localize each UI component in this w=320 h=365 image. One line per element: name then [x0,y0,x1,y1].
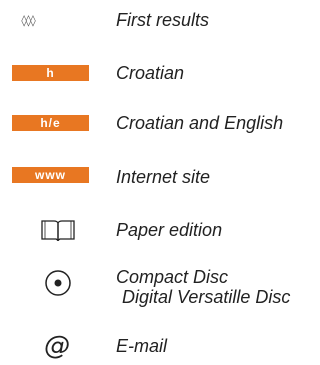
legend-label: First results [116,10,210,30]
diamonds-icon: ◊◊◊ [21,13,35,27]
legend-label: Croatian and English [116,113,284,133]
legend-row-email: @ E-mail [0,331,319,363]
legend-row-paper: Paper edition [0,217,319,243]
internet-badge-icon: www [12,167,89,183]
legend-row-croatian: h Croatian [0,61,319,85]
legend-label: E-mail [116,336,168,356]
legend-row-disc: Compact Disc Digital Versatille Disc [0,266,319,316]
legend-label: Compact Disc [116,267,229,287]
open-book-icon [40,217,76,243]
legend-label-secondary: Digital Versatille Disc [122,287,291,307]
legend-label: Paper edition [116,220,223,240]
legend-label: Internet site [116,167,211,187]
disc-icon [44,269,72,297]
at-icon: @ [44,331,70,361]
croatian-badge-icon: h [12,65,89,81]
legend-label: Croatian [116,63,185,83]
croatian-english-badge-icon: h/e [12,115,89,131]
legend-row-first-results: ◊◊◊ First results [0,8,319,32]
legend-row-croatian-english: h/e Croatian and English [0,111,319,135]
legend-row-internet: www Internet site [0,165,319,189]
